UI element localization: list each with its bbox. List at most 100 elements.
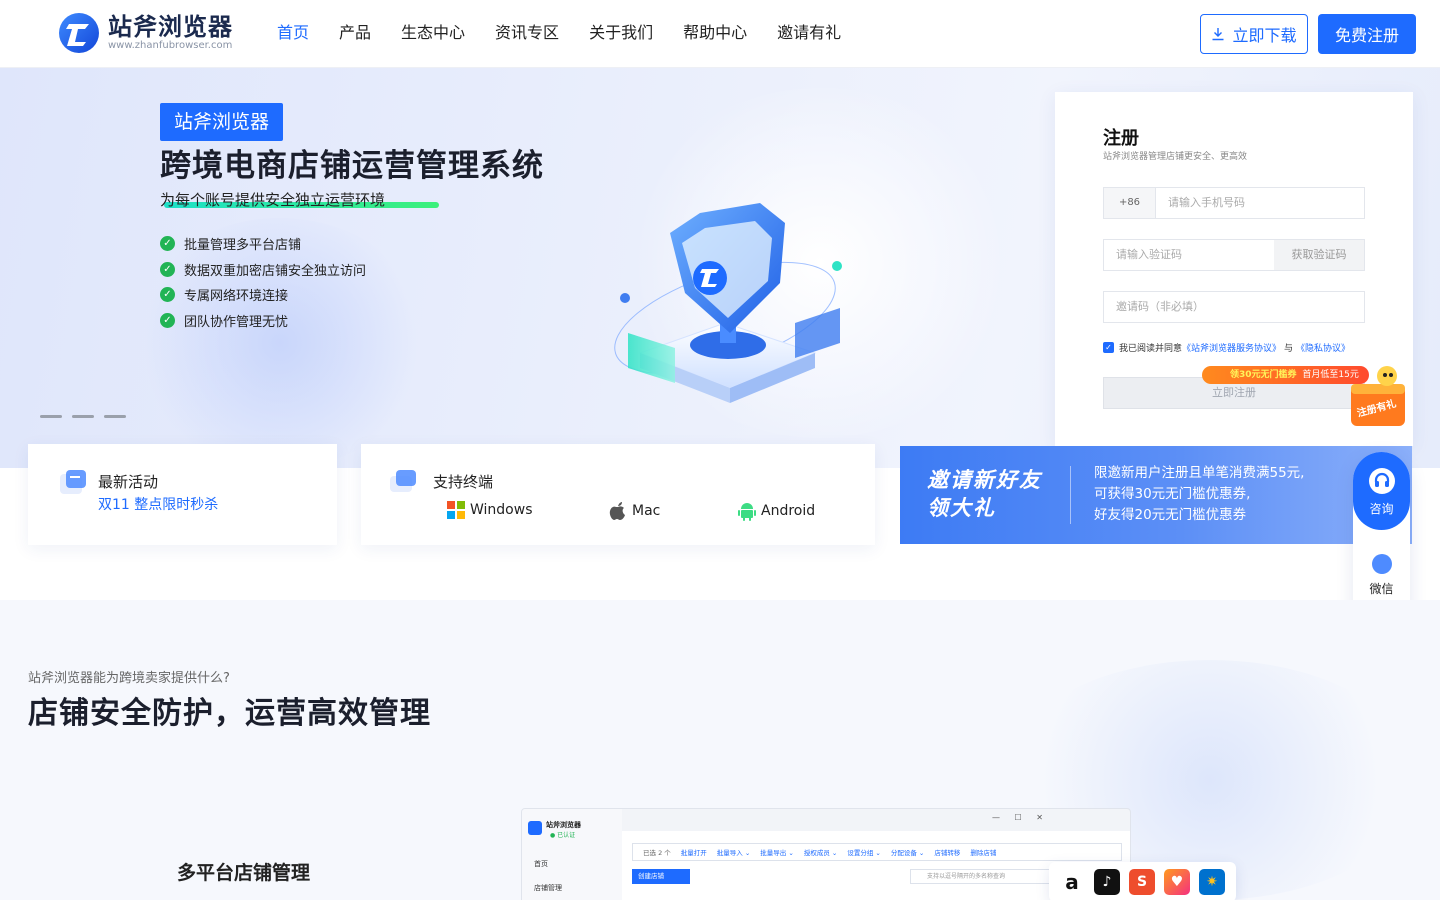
section-question: 站斧浏览器能为跨境卖家提供什么? bbox=[28, 671, 230, 686]
download-button[interactable]: 立即下载 bbox=[1200, 14, 1308, 54]
agreement-row: ✓ 我已阅读并同意 《站斧浏览器服务协议》 与 《隐私协议》 bbox=[1103, 341, 1350, 354]
activity-card[interactable]: 最新活动 双11 整点限时秒杀 bbox=[28, 444, 337, 545]
invite-divider bbox=[1070, 466, 1071, 524]
windows-icon bbox=[447, 501, 465, 519]
activity-title: 最新活动 bbox=[98, 473, 159, 491]
app-toolbar-item: 设置分组 ⌄ bbox=[847, 849, 881, 857]
feature-text: 专属网络环境连接 bbox=[184, 289, 289, 305]
nav-invite[interactable]: 邀请有礼 bbox=[777, 22, 841, 44]
amazon-icon: a bbox=[1059, 869, 1085, 895]
hero-tag: 站斧浏览器 bbox=[160, 103, 284, 141]
app-nav-shops: 店铺管理 bbox=[534, 884, 562, 892]
terminal-icon bbox=[390, 470, 416, 492]
app-preview-window: 站斧浏览器 ● 已认证 首页 店铺管理 — ☐ ✕ 已选 2 个 批量打开 批量… bbox=[521, 808, 1131, 900]
app-create-shop-button: 创建店铺 bbox=[632, 869, 690, 884]
android-icon bbox=[738, 503, 756, 521]
app-toolbar-item: 授权成员 ⌄ bbox=[803, 849, 838, 857]
app-toolbar-item: 已选 2 个 bbox=[643, 849, 671, 857]
wechat-button[interactable]: 微信 bbox=[1353, 554, 1410, 597]
feature-item: ✓ 批量管理多平台店铺 bbox=[160, 231, 366, 257]
invite-code-input[interactable]: 邀请码（非必填） bbox=[1103, 291, 1365, 323]
verify-code-input[interactable]: 请输入验证码 bbox=[1104, 240, 1274, 270]
apple-icon bbox=[609, 502, 625, 520]
invite-banner[interactable]: 邀请新好友 领大礼 限邀新用户注册且单笔消费满55元, 可获得30元无门槛优惠券… bbox=[900, 446, 1412, 544]
nav-news[interactable]: 资讯专区 bbox=[495, 22, 559, 44]
register-card: 注册 站斧浏览器管理店铺更安全、更高效 +86 请输入手机号码 请输入验证码 获… bbox=[1055, 92, 1413, 446]
value-section: 站斧浏览器能为跨境卖家提供什么? 店铺安全防护，运营高效管理 多平台店铺管理 站… bbox=[0, 600, 1440, 900]
platform-logos: a ♪ S ♥ ✷ bbox=[1049, 862, 1236, 900]
logo-url: www.zhanfubrowser.com bbox=[108, 40, 233, 51]
os-android[interactable]: Android bbox=[738, 501, 815, 521]
invite-title-line1: 邀请新好友 bbox=[927, 468, 1042, 492]
os-windows-label: Windows bbox=[470, 502, 533, 518]
phone-field: +86 请输入手机号码 bbox=[1103, 187, 1365, 219]
nav-about[interactable]: 关于我们 bbox=[589, 22, 653, 44]
feature-item: ✓ 数据双重加密店铺安全独立访问 bbox=[160, 257, 366, 283]
platform-card: 支持终端 Windows Mac Android bbox=[361, 444, 875, 545]
nav-help[interactable]: 帮助中心 bbox=[683, 22, 747, 44]
verify-code-field: 请输入验证码 获取验证码 bbox=[1103, 239, 1365, 271]
app-toolbar-item: 批量导出 ⌄ bbox=[760, 849, 794, 857]
check-icon: ✓ bbox=[160, 312, 175, 328]
feature-text: 数据双重加密店铺安全独立访问 bbox=[184, 263, 367, 279]
tiktok-icon: ♪ bbox=[1094, 869, 1120, 895]
hero-feature-list: ✓ 批量管理多平台店铺 ✓ 数据双重加密店铺安全独立访问 ✓ 专属网络环境连接 ✓ 团队… bbox=[160, 231, 366, 333]
logo-name: 站斧浏览器 bbox=[108, 13, 233, 41]
invite-title-line2: 领大礼 bbox=[927, 496, 996, 520]
os-mac[interactable]: Mac bbox=[609, 501, 660, 521]
app-sidebar: 站斧浏览器 ● 已认证 首页 店铺管理 bbox=[522, 809, 622, 900]
activity-link[interactable]: 双11 整点限时秒杀 bbox=[98, 494, 218, 514]
free-register-button[interactable]: 免费注册 bbox=[1318, 14, 1416, 54]
app-nav-home: 首页 bbox=[534, 860, 548, 868]
country-code-select[interactable]: +86 bbox=[1104, 188, 1156, 218]
carousel-dot[interactable] bbox=[72, 415, 94, 418]
download-label: 立即下载 bbox=[1232, 26, 1297, 45]
app-status: ● 已认证 bbox=[550, 832, 576, 839]
app-search-input: 支持以逗号隔开的多名称查询 bbox=[910, 869, 1060, 884]
register-desc: 站斧浏览器管理店铺更安全、更高效 bbox=[1103, 152, 1248, 162]
logo[interactable]: 站斧浏览器 www.zhanfubrowser.com bbox=[58, 10, 233, 56]
phone-input[interactable]: 请输入手机号码 bbox=[1156, 188, 1364, 218]
invite-title: 邀请新好友 领大礼 bbox=[927, 466, 1042, 522]
service-agreement-link[interactable]: 《站斧浏览器服务协议》 bbox=[1182, 341, 1281, 354]
logo-icon bbox=[59, 13, 99, 53]
shield-illustration bbox=[614, 203, 842, 403]
register-title: 注册 bbox=[1103, 128, 1139, 149]
carousel-dot[interactable] bbox=[104, 415, 126, 418]
nav-home[interactable]: 首页 bbox=[277, 22, 309, 44]
carousel-dot[interactable] bbox=[40, 415, 62, 418]
section-title: 店铺安全防护，运营高效管理 bbox=[28, 696, 431, 731]
invite-text-line1: 限邀新用户注册且单笔消费满55元, bbox=[1094, 465, 1305, 481]
os-mac-label: Mac bbox=[632, 503, 661, 519]
invite-text-line3: 好友得20元无门槛优惠券 bbox=[1094, 507, 1247, 523]
wechat-icon bbox=[1371, 554, 1392, 574]
download-icon bbox=[1212, 28, 1224, 41]
app-toolbar: 已选 2 个 批量打开 批量导入 ⌄ 批量导出 ⌄ 授权成员 ⌄ 设置分组 ⌄ … bbox=[632, 843, 1122, 861]
app-name: 站斧浏览器 bbox=[546, 821, 581, 829]
app-toolbar-item: 店铺转移 bbox=[934, 849, 961, 857]
promo-prefix: 领30元无门槛券 bbox=[1230, 370, 1297, 380]
get-code-button[interactable]: 获取验证码 bbox=[1274, 240, 1364, 270]
activity-icon bbox=[60, 470, 86, 494]
app-toolbar-item: 批量打开 bbox=[680, 849, 707, 857]
wechat-label: 微信 bbox=[1369, 582, 1394, 596]
gift-icon: 注册有礼 bbox=[1351, 366, 1405, 426]
app-toolbar-item: 批量导入 ⌄ bbox=[716, 849, 751, 857]
nav-ecosystem[interactable]: 生态中心 bbox=[401, 22, 465, 44]
check-icon: ✓ bbox=[160, 287, 175, 303]
privacy-agreement-link[interactable]: 《隐私协议》 bbox=[1296, 341, 1350, 354]
agree-checkbox[interactable]: ✓ bbox=[1103, 342, 1114, 353]
feature-item: ✓ 专属网络环境连接 bbox=[160, 282, 366, 308]
agree-prefix: 我已阅读并同意 bbox=[1119, 344, 1183, 354]
main-nav: 首页 产品 生态中心 资讯专区 关于我们 帮助中心 邀请有礼 bbox=[277, 22, 871, 44]
os-windows[interactable]: Windows bbox=[447, 501, 533, 519]
platform-title: 支持终端 bbox=[433, 473, 494, 491]
app-logo-icon bbox=[528, 821, 542, 835]
feature-item: ✓ 团队协作管理无忧 bbox=[160, 308, 366, 334]
nav-products[interactable]: 产品 bbox=[339, 22, 371, 44]
feature-title: 多平台店铺管理 bbox=[177, 862, 311, 884]
invite-text-line2: 可获得30元无门槛优惠券, bbox=[1094, 486, 1251, 502]
shopee-icon: S bbox=[1129, 869, 1155, 895]
promo-pill: 领30元无门槛券 首月低至15元 bbox=[1202, 366, 1369, 384]
consult-button[interactable]: 咨询 bbox=[1353, 452, 1410, 530]
